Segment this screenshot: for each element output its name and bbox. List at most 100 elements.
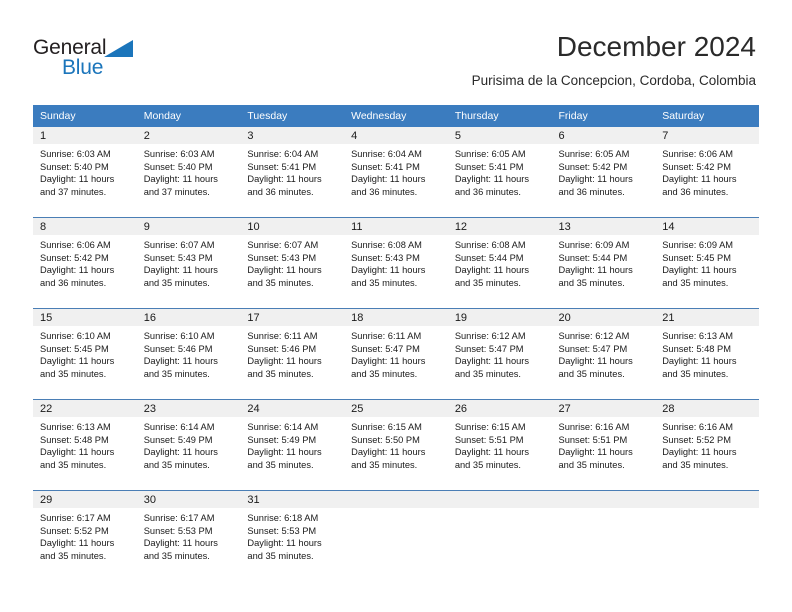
day-details: Sunrise: 6:03 AM Sunset: 5:40 PM Daylight:… bbox=[137, 144, 241, 198]
weekday-header-sunday: Sunday bbox=[33, 105, 137, 127]
daylight-text-line1: Daylight: 11 hours bbox=[143, 447, 218, 458]
day-cell-inner: 29 Sunrise: 6:17 AM Sunset: 5:52 PM Dayligh… bbox=[33, 491, 137, 581]
day-number: 27 bbox=[558, 403, 571, 415]
calendar-day-cell[interactable]: 27 Sunrise: 6:16 AM Sunset: 5:51 PM Dayligh… bbox=[551, 399, 656, 491]
calendar-day-cell[interactable] bbox=[447, 490, 552, 581]
daylight-text-line2: and 35 minutes. bbox=[558, 368, 625, 379]
daylight-text-line1: Daylight: 11 hours bbox=[40, 174, 115, 185]
day-cell-inner: 4 Sunrise: 6:04 AM Sunset: 5:41 PM Daylight… bbox=[344, 127, 448, 217]
daylight-text-line2: and 35 minutes. bbox=[40, 550, 107, 561]
title-block: December 2024 Purisima de la Concepcion,… bbox=[472, 30, 756, 90]
day-cell-inner bbox=[551, 491, 656, 581]
calendar-day-cell[interactable]: 17 Sunrise: 6:11 AM Sunset: 5:46 PM Dayligh… bbox=[240, 308, 345, 400]
calendar-day-cell[interactable]: 16 Sunrise: 6:10 AM Sunset: 5:46 PM Dayligh… bbox=[136, 308, 241, 400]
calendar-week-row: 1 Sunrise: 6:03 AM Sunset: 5:40 PM Daylight… bbox=[33, 127, 759, 218]
calendar-table: Sunday Monday Tuesday Wednesday Thursday… bbox=[33, 105, 759, 581]
daylight-text-line1: Daylight: 11 hours bbox=[454, 447, 530, 458]
calendar-day-cell[interactable]: 31 Sunrise: 6:18 AM Sunset: 5:53 PM Dayligh… bbox=[240, 490, 345, 581]
calendar-day-cell[interactable]: 1 Sunrise: 6:03 AM Sunset: 5:40 PM Daylight… bbox=[33, 127, 137, 218]
daylight-text-line2: and 35 minutes. bbox=[143, 550, 210, 561]
calendar-day-cell[interactable]: 9 Sunrise: 6:07 AM Sunset: 5:43 PM Daylight… bbox=[136, 217, 241, 309]
day-number-strip bbox=[447, 491, 552, 508]
day-cell-inner: 24 Sunrise: 6:14 AM Sunset: 5:49 PM Dayligh… bbox=[240, 400, 345, 490]
sunset-text: Sunset: 5:42 PM bbox=[662, 161, 731, 172]
calendar-day-cell[interactable]: 14 Sunrise: 6:09 AM Sunset: 5:45 PM Dayligh… bbox=[655, 217, 759, 309]
calendar-day-cell[interactable]: 19 Sunrise: 6:12 AM Sunset: 5:47 PM Dayligh… bbox=[447, 308, 552, 400]
calendar-day-cell[interactable]: 20 Sunrise: 6:12 AM Sunset: 5:47 PM Dayligh… bbox=[551, 308, 656, 400]
daylight-text-line1: Daylight: 11 hours bbox=[143, 174, 218, 185]
calendar-day-cell[interactable]: 12 Sunrise: 6:08 AM Sunset: 5:44 PM Dayligh… bbox=[447, 217, 552, 309]
sunset-text: Sunset: 5:43 PM bbox=[247, 252, 317, 263]
day-cell-inner: 21 Sunrise: 6:13 AM Sunset: 5:48 PM Dayligh… bbox=[655, 309, 759, 399]
day-number: 6 bbox=[558, 130, 565, 142]
day-details: Sunrise: 6:08 AM Sunset: 5:43 PM Daylight:… bbox=[344, 235, 448, 289]
day-cell-inner bbox=[655, 491, 759, 581]
day-number: 21 bbox=[662, 312, 675, 324]
sunrise-text: Sunrise: 6:10 AM bbox=[40, 331, 111, 341]
calendar-day-cell[interactable] bbox=[655, 490, 759, 581]
calendar-day-cell[interactable]: 30 Sunrise: 6:17 AM Sunset: 5:53 PM Dayligh… bbox=[136, 490, 241, 581]
day-number-strip: 28 bbox=[655, 400, 759, 417]
sunset-text: Sunset: 5:43 PM bbox=[143, 252, 213, 263]
calendar-day-cell[interactable]: 26 Sunrise: 6:15 AM Sunset: 5:51 PM Dayligh… bbox=[447, 399, 552, 491]
daylight-text-line2: and 36 minutes. bbox=[662, 186, 729, 197]
calendar-day-cell[interactable]: 4 Sunrise: 6:04 AM Sunset: 5:41 PM Daylight… bbox=[344, 127, 448, 218]
day-number: 23 bbox=[143, 403, 156, 415]
day-cell-inner bbox=[447, 491, 552, 581]
day-details: Sunrise: 6:11 AM Sunset: 5:46 PM Daylight:… bbox=[240, 326, 344, 380]
sunrise-text: Sunrise: 6:12 AM bbox=[454, 331, 526, 341]
daylight-text-line1: Daylight: 11 hours bbox=[662, 265, 737, 276]
calendar-day-cell[interactable]: 13 Sunrise: 6:09 AM Sunset: 5:44 PM Dayligh… bbox=[551, 217, 656, 309]
day-details: Sunrise: 6:18 AM Sunset: 5:53 PM Daylight:… bbox=[240, 508, 344, 562]
calendar-day-cell[interactable]: 28 Sunrise: 6:16 AM Sunset: 5:52 PM Dayligh… bbox=[655, 399, 759, 491]
calendar-day-cell[interactable]: 25 Sunrise: 6:15 AM Sunset: 5:50 PM Dayligh… bbox=[344, 399, 448, 491]
day-number: 2 bbox=[143, 130, 150, 142]
daylight-text-line1: Daylight: 11 hours bbox=[351, 265, 426, 276]
sunrise-text: Sunrise: 6:04 AM bbox=[247, 149, 319, 159]
daylight-text-line1: Daylight: 11 hours bbox=[351, 356, 426, 367]
weekday-header-monday: Monday bbox=[136, 105, 241, 127]
day-cell-inner: 28 Sunrise: 6:16 AM Sunset: 5:52 PM Dayligh… bbox=[655, 400, 759, 490]
daylight-text-line1: Daylight: 11 hours bbox=[40, 447, 115, 458]
calendar-day-cell[interactable]: 7 Sunrise: 6:06 AM Sunset: 5:42 PM Daylight… bbox=[655, 127, 759, 218]
calendar-day-cell[interactable]: 15 Sunrise: 6:10 AM Sunset: 5:45 PM Dayligh… bbox=[33, 308, 137, 400]
day-details bbox=[552, 508, 656, 512]
day-number-strip: 5 bbox=[447, 127, 552, 144]
daylight-text-line1: Daylight: 11 hours bbox=[247, 538, 322, 549]
day-details bbox=[344, 508, 448, 512]
daylight-text-line2: and 37 minutes. bbox=[40, 186, 107, 197]
daylight-text-line2: and 35 minutes. bbox=[558, 277, 625, 288]
sunrise-text: Sunrise: 6:15 AM bbox=[351, 422, 422, 432]
calendar-day-cell[interactable]: 5 Sunrise: 6:05 AM Sunset: 5:41 PM Daylight… bbox=[447, 127, 552, 218]
day-number: 15 bbox=[40, 312, 53, 324]
daylight-text-line1: Daylight: 11 hours bbox=[558, 356, 633, 367]
calendar-day-cell[interactable]: 6 Sunrise: 6:05 AM Sunset: 5:42 PM Daylight… bbox=[551, 127, 656, 218]
calendar-day-cell[interactable]: 10 Sunrise: 6:07 AM Sunset: 5:43 PM Dayligh… bbox=[240, 217, 345, 309]
generalblue-logo[interactable]: General Blue bbox=[33, 36, 193, 82]
calendar-day-cell[interactable]: 18 Sunrise: 6:11 AM Sunset: 5:47 PM Dayligh… bbox=[344, 308, 448, 400]
day-number: 16 bbox=[143, 312, 156, 324]
calendar-day-cell[interactable] bbox=[344, 490, 448, 581]
daylight-text-line1: Daylight: 11 hours bbox=[558, 174, 633, 185]
calendar-day-cell[interactable]: 24 Sunrise: 6:14 AM Sunset: 5:49 PM Dayligh… bbox=[240, 399, 345, 491]
daylight-text-line2: and 35 minutes. bbox=[351, 277, 418, 288]
calendar-day-cell[interactable]: 8 Sunrise: 6:06 AM Sunset: 5:42 PM Daylight… bbox=[33, 217, 137, 309]
day-cell-inner: 22 Sunrise: 6:13 AM Sunset: 5:48 PM Dayligh… bbox=[33, 400, 137, 490]
calendar-day-cell[interactable]: 29 Sunrise: 6:17 AM Sunset: 5:52 PM Dayligh… bbox=[33, 490, 137, 581]
day-number-strip: 17 bbox=[240, 309, 345, 326]
calendar-day-cell[interactable] bbox=[551, 490, 656, 581]
calendar-day-cell[interactable]: 2 Sunrise: 6:03 AM Sunset: 5:40 PM Daylight… bbox=[136, 127, 241, 218]
calendar-day-cell[interactable]: 21 Sunrise: 6:13 AM Sunset: 5:48 PM Dayligh… bbox=[655, 308, 759, 400]
day-details bbox=[448, 508, 552, 512]
calendar-day-cell[interactable]: 22 Sunrise: 6:13 AM Sunset: 5:48 PM Dayligh… bbox=[33, 399, 137, 491]
calendar-day-cell[interactable]: 23 Sunrise: 6:14 AM Sunset: 5:49 PM Dayligh… bbox=[136, 399, 241, 491]
day-cell-inner: 26 Sunrise: 6:15 AM Sunset: 5:51 PM Dayligh… bbox=[447, 400, 552, 490]
calendar-day-cell[interactable]: 11 Sunrise: 6:08 AM Sunset: 5:43 PM Dayligh… bbox=[344, 217, 448, 309]
day-details: Sunrise: 6:11 AM Sunset: 5:47 PM Daylight:… bbox=[344, 326, 448, 380]
calendar-day-cell[interactable]: 3 Sunrise: 6:04 AM Sunset: 5:41 PM Daylight… bbox=[240, 127, 345, 218]
daylight-text-line2: and 36 minutes. bbox=[351, 186, 418, 197]
day-number: 17 bbox=[247, 312, 260, 324]
day-cell-inner bbox=[344, 491, 448, 581]
sunrise-text: Sunrise: 6:09 AM bbox=[558, 240, 630, 250]
day-number-strip: 21 bbox=[655, 309, 759, 326]
